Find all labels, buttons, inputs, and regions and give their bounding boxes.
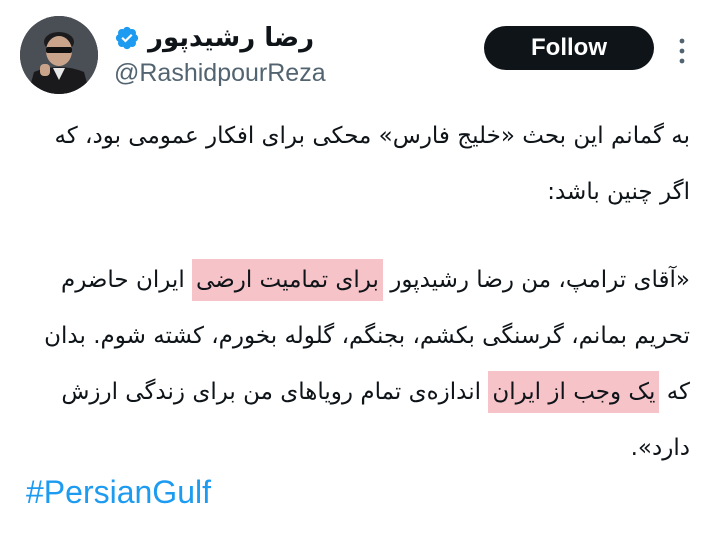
tweet-header: رضا رشیدپور @RashidpourReza Follow (20, 12, 700, 98)
verified-badge-icon (115, 26, 139, 50)
tweet-paragraph-2: «آقای ترامپ، من رضا رشیدپور برای تمامیت … (18, 252, 690, 476)
avatar-image (20, 16, 98, 94)
highlighted-phrase-1: برای تمامیت ارضی (192, 259, 383, 301)
tweet-card: رضا رشیدپور @RashidpourReza Follow به گم… (0, 0, 720, 533)
follow-button[interactable]: Follow (484, 26, 654, 70)
more-vertical-icon[interactable] (675, 36, 689, 66)
tweet-text-segment: «آقای ترامپ، من رضا رشیدپور (382, 267, 690, 293)
highlighted-phrase-2: یک وجب از ایران (488, 371, 660, 413)
display-name[interactable]: رضا رشیدپور (148, 22, 314, 54)
avatar[interactable] (20, 16, 98, 94)
user-handle[interactable]: @RashidpourReza (114, 58, 326, 88)
name-row: رضا رشیدپور (114, 22, 314, 54)
tweet-body: به گمانم این بحث «خلیج فارس» محکی برای ا… (18, 108, 690, 476)
hashtag-link[interactable]: #PersianGulf (26, 470, 211, 514)
tweet-paragraph-1: به گمانم این بحث «خلیج فارس» محکی برای ا… (54, 123, 690, 205)
